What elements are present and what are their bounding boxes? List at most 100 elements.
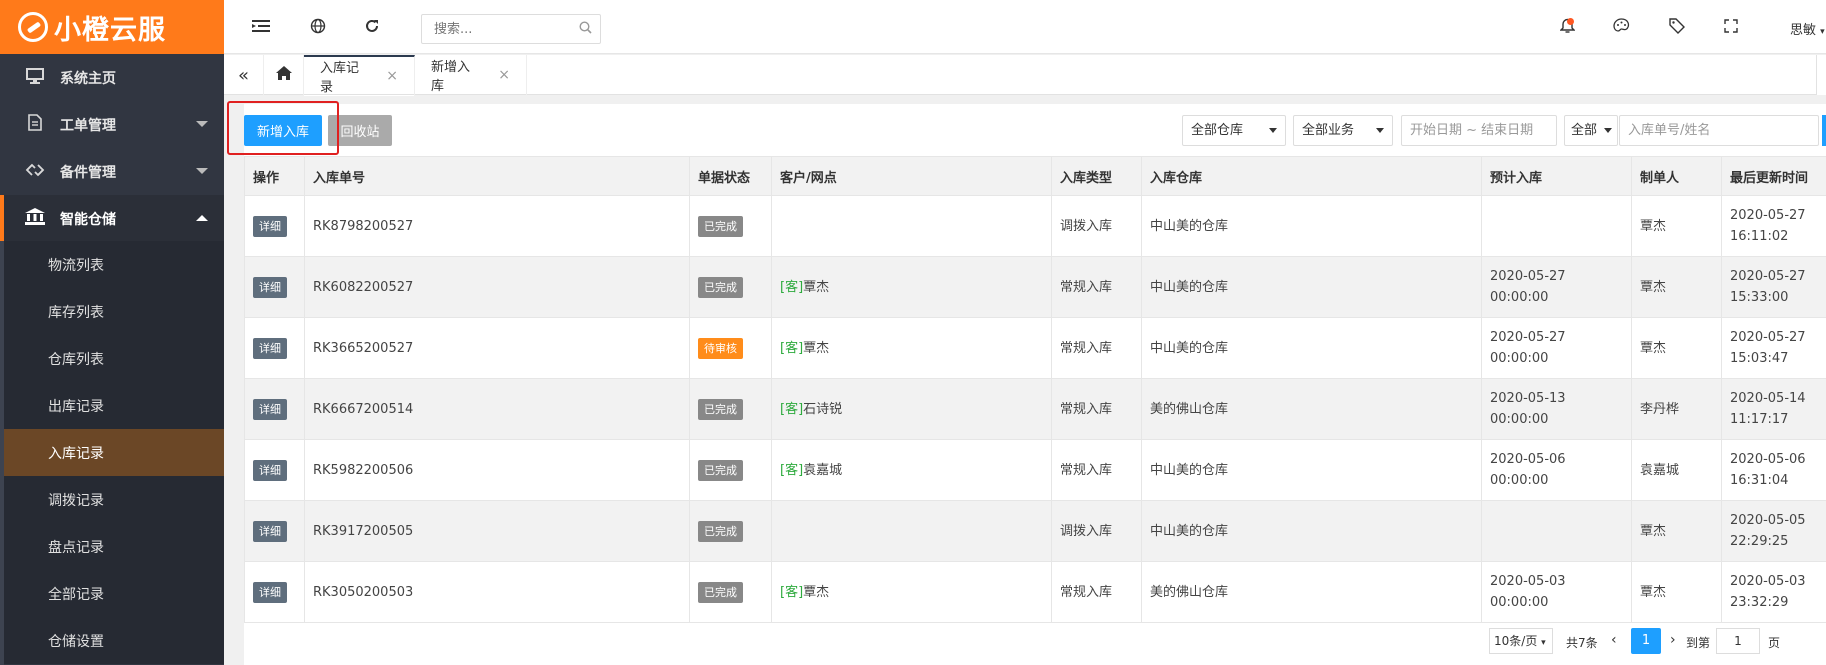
palette-icon[interactable] [1611,18,1631,38]
double-chevron-left-icon: « [237,64,249,86]
cell-type: 常规入库 [1051,378,1142,440]
updated-time: 16:11:02 [1730,229,1789,244]
search-input[interactable] [422,15,572,43]
cell-inbound-no: RK6667200514 [304,378,690,440]
customer-tag: [客] [780,340,804,356]
expected-time: 00:00:00 [1490,473,1549,488]
tab-new-inbound[interactable]: 新增入库 × [415,55,527,95]
cell-customer: [客]袁嘉城 [771,439,1052,501]
brand-name: 小橙云服 [54,14,166,46]
sidebar-subitem-stocktake[interactable]: 盘点记录 [4,523,224,570]
cell-expected: 2020-05-13 00:00:00 [1481,378,1632,440]
sidebar-subitem-outbound[interactable]: 出库记录 [4,382,224,429]
sidebar-subitem-all-records[interactable]: 全部记录 [4,570,224,617]
search-icon[interactable] [579,21,592,38]
prev-page-icon[interactable]: ‹ [1611,632,1617,648]
home-icon [275,65,293,85]
close-icon[interactable]: × [386,68,398,84]
cell-action: 详细 [244,256,305,318]
date-range-input[interactable]: 开始日期 ~ 结束日期 [1401,115,1557,146]
cell-customer: [客]覃杰 [771,561,1052,623]
sidebar-subitem-inventory[interactable]: 库存列表 [4,288,224,335]
refresh-icon[interactable] [362,18,382,38]
next-page-icon[interactable]: › [1670,632,1676,648]
scope-select[interactable]: 全部 [1564,115,1618,146]
page-size-value: 10条/页 [1494,634,1538,648]
updated-date: 2020-05-05 [1730,513,1806,528]
updated-time: 15:33:00 [1730,290,1789,305]
sidebar-subitem-label: 出库记录 [48,398,104,415]
status-badge: 已完成 [698,520,743,542]
warehouse-select-value: 全部仓库 [1191,123,1244,138]
expected-time: 00:00:00 [1490,595,1549,610]
tab-scroll-right[interactable] [1816,55,1826,95]
sidebar-subitem-label: 盘点记录 [48,539,104,556]
sidebar-subitem-logistics[interactable]: 物流列表 [4,241,224,288]
cell-maker: 覃杰 [1631,500,1722,562]
detail-button[interactable]: 详细 [253,398,287,420]
cell-updated: 2020-05-06 16:31:04 [1721,439,1826,501]
keyword-input[interactable]: 入库单号/姓名 [1619,115,1819,146]
updated-date: 2020-05-27 [1730,208,1806,223]
customer-tag: [客] [780,584,804,600]
cell-maker: 袁嘉城 [1631,439,1722,501]
menu-toggle-icon[interactable] [251,18,271,38]
page-number-current[interactable]: 1 [1631,628,1661,654]
cell-status: 已完成 [689,256,772,318]
sidebar-subitem-inbound[interactable]: 入库记录 [4,429,224,476]
tab-scroll-left[interactable]: « [224,55,264,95]
cell-maker: 李丹桦 [1631,378,1722,440]
cell-maker: 覃杰 [1631,317,1722,379]
diamond-link-icon [24,162,46,181]
scope-select-value: 全部 [1571,123,1598,138]
sidebar-item-home[interactable]: 系统主页 [0,54,224,101]
detail-button[interactable]: 详细 [253,215,287,237]
cell-action: 详细 [244,195,305,257]
globe-icon[interactable] [308,18,328,38]
chevron-down-icon [196,168,208,174]
detail-button[interactable]: 详细 [253,581,287,603]
cell-action: 详细 [244,317,305,379]
add-inbound-button[interactable]: 新增入库 [244,115,322,146]
tab-bar: « 入库记录 × 新增入库 × [224,55,1826,96]
cell-inbound-no: RK3917200505 [304,500,690,562]
cell-action: 详细 [244,378,305,440]
chevron-down-icon [196,121,208,127]
recycle-bin-button[interactable]: 回收站 [328,115,392,146]
updated-time: 11:17:17 [1730,412,1789,427]
status-badge: 已完成 [698,581,743,603]
tab-inbound-records[interactable]: 入库记录 × [304,55,415,96]
search-submit-button[interactable] [1822,115,1826,146]
detail-button[interactable]: 详细 [253,520,287,542]
tag-icon[interactable] [1667,18,1687,38]
sidebar-item-workorder[interactable]: 工单管理 [0,101,224,148]
detail-button[interactable]: 详细 [253,276,287,298]
warehouse-select[interactable]: 全部仓库 [1182,115,1286,146]
tab-home[interactable] [264,55,304,95]
fullscreen-icon[interactable] [1721,18,1741,38]
goto-page-input[interactable]: 1 [1716,628,1760,654]
cell-status: 已完成 [689,439,772,501]
business-select[interactable]: 全部业务 [1293,115,1393,146]
brand-logo[interactable]: 小橙云服 [0,0,224,54]
status-badge: 已完成 [698,398,743,420]
cell-action: 详细 [244,439,305,501]
sidebar-subitem-label: 库存列表 [48,304,104,321]
updated-date: 2020-05-14 [1730,391,1806,406]
sidebar-item-warehouse[interactable]: 智能仓储 [0,195,224,242]
detail-button[interactable]: 详细 [253,459,287,481]
top-header: 思敏 ▾ [224,0,1826,54]
customer-name: 袁嘉城 [803,462,843,478]
user-menu[interactable]: 思敏 ▾ [1790,19,1825,38]
page-size-select[interactable]: 10条/页 ▾ [1489,628,1553,654]
sidebar-item-spareparts[interactable]: 备件管理 [0,148,224,195]
sidebar-subitem-transfer[interactable]: 调拨记录 [4,476,224,523]
detail-button[interactable]: 详细 [253,337,287,359]
sidebar-subitem-warehouses[interactable]: 仓库列表 [4,335,224,382]
close-icon[interactable]: × [498,67,510,83]
updated-time: 15:03:47 [1730,351,1789,366]
cell-warehouse: 美的佛山仓库 [1141,378,1482,440]
customer-tag: [客] [780,462,804,478]
cell-action: 详细 [244,500,305,562]
sidebar-subitem-settings[interactable]: 仓储设置 [4,617,224,664]
